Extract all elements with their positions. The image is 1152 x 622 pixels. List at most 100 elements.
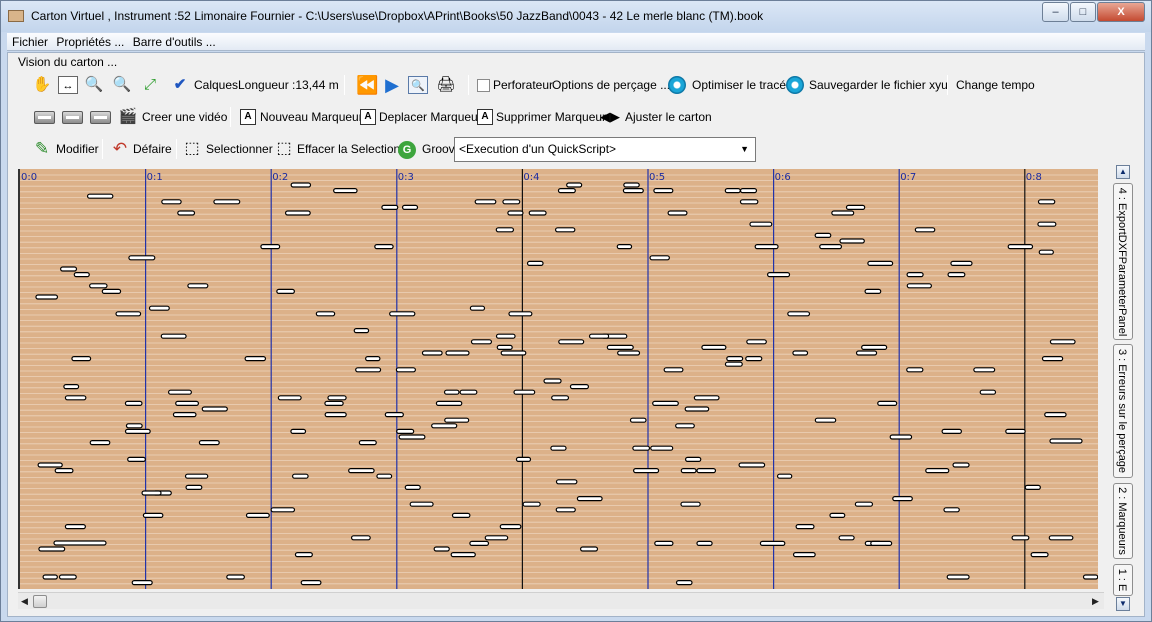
fit-icon[interactable]: ↔: [58, 76, 78, 94]
hole: [172, 412, 197, 418]
move-marker-icon: A: [360, 109, 376, 125]
groovy-icon: G: [398, 141, 416, 159]
new-marker-button[interactable]: Nouveau Marqueur: [260, 104, 363, 130]
select-button[interactable]: Selectionner: [206, 136, 273, 162]
hole: [606, 344, 634, 350]
hole: [889, 434, 913, 440]
tape-icon[interactable]: [34, 111, 55, 124]
tape-icon[interactable]: [90, 111, 111, 124]
expand-icon[interactable]: ⤢: [140, 76, 160, 94]
tab-e[interactable]: 1 : E: [1113, 564, 1133, 596]
hole: [404, 484, 421, 490]
hole: [650, 445, 674, 451]
hole: [854, 501, 874, 507]
horizontal-scrollbar[interactable]: ◀ ▶: [18, 592, 1104, 609]
tape-icon[interactable]: [62, 111, 83, 124]
hole: [759, 540, 786, 546]
hole: [37, 462, 63, 468]
quickscript-select[interactable]: <Execution d'un QuickScript> ▼: [454, 137, 756, 162]
move-marker-button[interactable]: Deplacer Marqueur: [379, 104, 482, 130]
checkmark-icon[interactable]: ✔: [170, 76, 190, 94]
tab-punch-errors[interactable]: 3 : Erreurs sur le perçage: [1113, 344, 1133, 478]
optimize-button[interactable]: Optimiser le tracé: [692, 72, 786, 98]
save-xyu-button[interactable]: Sauvegarder le fichier xyu: [809, 72, 948, 98]
clear-selection-icon: ⬚: [276, 140, 292, 157]
hole: [726, 356, 744, 362]
hole: [443, 389, 460, 395]
hole: [1082, 574, 1098, 580]
hole: [941, 428, 963, 434]
close-button[interactable]: X: [1097, 2, 1145, 22]
separator: [947, 75, 948, 95]
menu-properties[interactable]: Propriétés ...: [56, 33, 124, 51]
rewind-icon[interactable]: ⏪: [356, 76, 378, 94]
carton-svg[interactable]: 0:0 0:1 0:2 0:3 0:4 0:5 0:6 0:7 0:8: [20, 169, 1098, 589]
hole: [667, 210, 688, 216]
hole: [290, 182, 312, 188]
scroll-right-icon[interactable]: ▶: [1092, 596, 1099, 607]
scroll-left-icon[interactable]: ◀: [21, 596, 28, 607]
hole: [787, 311, 811, 317]
hole: [86, 193, 114, 199]
play-icon[interactable]: ▶: [382, 76, 402, 94]
hole: [71, 356, 92, 362]
maximize-button[interactable]: □: [1070, 2, 1096, 22]
hole: [864, 288, 882, 295]
modify-button[interactable]: Modifier: [56, 136, 99, 162]
hole: [946, 574, 970, 580]
hole: [401, 204, 419, 211]
hole: [675, 580, 693, 586]
create-video-button[interactable]: Creer une vidéo: [142, 104, 227, 130]
hole: [184, 473, 209, 479]
tab-markers[interactable]: 2 : Marqueurs: [1113, 483, 1133, 559]
punch-checkbox[interactable]: [477, 79, 490, 92]
print-icon[interactable]: 🖨: [436, 76, 456, 94]
change-tempo-button[interactable]: Change tempo: [956, 72, 1035, 98]
zoom-in-icon[interactable]: 🔍: [84, 76, 104, 94]
hole: [260, 243, 281, 250]
hole: [925, 468, 950, 474]
layers-button[interactable]: Calques: [194, 72, 238, 98]
menu-toolbar[interactable]: Barre d'outils ...: [133, 33, 216, 51]
hole: [1024, 484, 1041, 490]
hole: [522, 501, 541, 507]
zoom-out-icon[interactable]: 🔍: [112, 76, 132, 94]
clear-selection-button[interactable]: Effacer la Selection: [297, 136, 400, 162]
preview-icon[interactable]: 🔍: [408, 76, 428, 94]
hole: [701, 344, 727, 350]
chevron-down-icon: ▼: [740, 144, 749, 154]
hole: [947, 271, 966, 278]
hole: [469, 540, 490, 546]
tab-label: 3 : Erreurs sur le perçage: [1116, 348, 1128, 474]
minimize-button[interactable]: –: [1042, 2, 1069, 22]
carton-canvas[interactable]: 0:0 0:1 0:2 0:3 0:4 0:5 0:6 0:7 0:8: [18, 169, 1098, 589]
hole: [300, 580, 322, 586]
scroll-up-button[interactable]: ▲: [1116, 165, 1130, 179]
toolbar-view: ✋ ↔ 🔍 🔍 ⤢ ✔ Calques Longueur :13,44 m ⏪ …: [22, 72, 1142, 98]
delete-marker-button[interactable]: Supprimer Marqueur: [496, 104, 606, 130]
hole: [450, 552, 476, 558]
scroll-down-button[interactable]: ▼: [1116, 597, 1130, 611]
time-label: 0:5: [649, 172, 665, 183]
hole: [1049, 339, 1076, 345]
hole: [292, 473, 309, 479]
hole: [245, 512, 270, 518]
hole: [160, 333, 187, 339]
hole: [696, 540, 713, 546]
hole: [1049, 438, 1083, 444]
hand-icon[interactable]: ✋: [32, 76, 52, 94]
hole: [867, 260, 894, 267]
hole: [870, 540, 893, 546]
hole: [270, 507, 296, 513]
tab-export-dxf[interactable]: 4 : ExportDXFParameterPanel: [1113, 183, 1133, 340]
scroll-thumb[interactable]: [33, 595, 47, 608]
undo-button[interactable]: Défaire: [133, 136, 172, 162]
hole: [576, 496, 603, 502]
punch-options-button[interactable]: Options de perçage ...: [552, 72, 670, 98]
adjust-button[interactable]: Ajuster le carton: [625, 104, 712, 130]
menu-file[interactable]: Fichier: [12, 33, 48, 51]
delete-marker-icon: A: [477, 109, 493, 125]
hole: [54, 468, 74, 474]
hole: [115, 311, 142, 317]
hole: [348, 468, 375, 474]
